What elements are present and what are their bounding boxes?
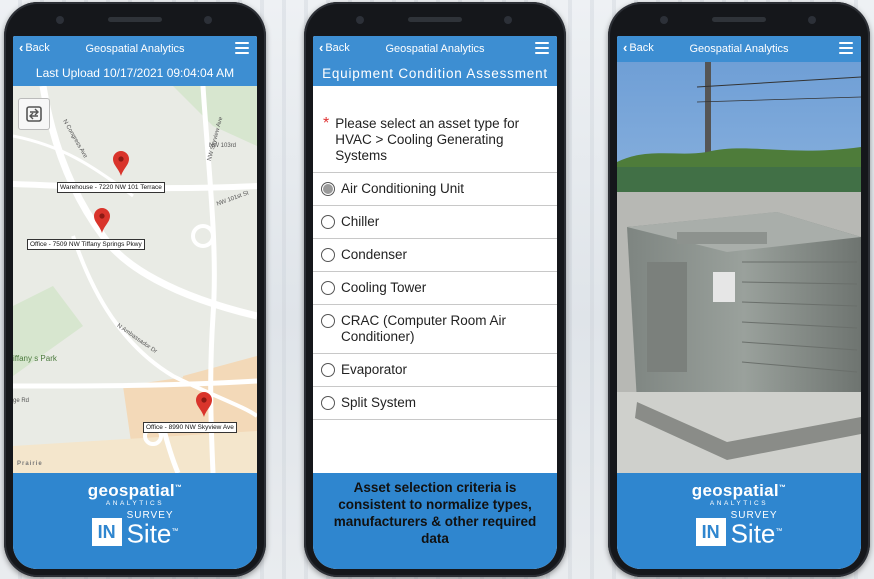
- option-label: Chiller: [341, 214, 380, 229]
- speaker-grille: [712, 17, 766, 22]
- question-text: Please select an asset type for HVAC > C…: [335, 116, 520, 163]
- app-title: Geospatial Analytics: [85, 43, 185, 55]
- last-upload-text: Last Upload 10/17/2021 09:04:04 AM: [13, 62, 257, 86]
- sensor-icon: [504, 16, 512, 24]
- radio-icon[interactable]: [321, 363, 335, 377]
- app-title: Geospatial Analytics: [689, 43, 789, 55]
- asset-type-form: * Please select an asset type for HVAC >…: [313, 86, 557, 473]
- hvac-unit-photo: [617, 62, 861, 473]
- question: * Please select an asset type for HVAC >…: [313, 86, 557, 172]
- phone-photo: ‹ Back Geospatial Analytics geospatial™ …: [608, 2, 870, 577]
- asset-photo[interactable]: [617, 62, 861, 473]
- info-note: Asset selection criteria is consistent t…: [313, 473, 557, 569]
- site-logo-text: Site™: [126, 518, 179, 549]
- option-label: CRAC (Computer Room Air Conditioner): [341, 313, 507, 344]
- camera-icon: [56, 16, 64, 24]
- brand-footer: geospatial™ ANALYTICS IN SURVEY Site™: [13, 473, 257, 569]
- phone-form: ‹ Back Geospatial Analytics Equipment Con…: [304, 2, 566, 577]
- radio-option[interactable]: Air Conditioning Unit: [313, 172, 557, 205]
- sensor-icon: [204, 16, 212, 24]
- radio-option[interactable]: Evaporator: [313, 353, 557, 386]
- screen-map: ‹ Back Geospatial Analytics Last Upload 1…: [13, 36, 257, 569]
- app-header: ‹ Back Geospatial Analytics: [13, 36, 257, 62]
- brand-tagline: ANALYTICS: [105, 500, 165, 507]
- brand-name: geospatial™: [87, 481, 183, 500]
- option-label: Split System: [341, 395, 417, 410]
- option-label: Cooling Tower: [341, 280, 427, 295]
- radio-icon[interactable]: [321, 215, 335, 229]
- insite-logo: IN SURVEY Site™: [13, 510, 257, 549]
- radio-selected-icon[interactable]: [321, 182, 335, 196]
- phone-topbar: [304, 2, 566, 36]
- brand-footer: geospatial™ ANALYTICS IN SURVEY Site™: [617, 473, 861, 569]
- map-view[interactable]: N Congress Ave NW Skyview Ave N Ambassad…: [13, 86, 257, 473]
- rotate-icon: [26, 106, 42, 122]
- hamburger-menu-icon[interactable]: [535, 42, 549, 54]
- option-label: Condenser: [341, 247, 408, 262]
- screen-photo: ‹ Back Geospatial Analytics geospatial™ …: [617, 36, 861, 569]
- radio-option[interactable]: Condenser: [313, 238, 557, 271]
- phone-map: ‹ Back Geospatial Analytics Last Upload 1…: [4, 2, 266, 577]
- in-logo: IN: [91, 518, 122, 546]
- radio-option[interactable]: Chiller: [313, 205, 557, 238]
- pin-label: Office - 7509 NW Tiffany Springs Pkwy: [27, 239, 145, 250]
- rotate-button[interactable]: [18, 98, 50, 130]
- map-pin-icon[interactable]: [93, 208, 111, 234]
- hamburger-menu-icon[interactable]: [839, 42, 853, 54]
- phone-topbar: [608, 2, 870, 36]
- in-logo: IN: [695, 518, 726, 546]
- radio-icon[interactable]: [321, 396, 335, 410]
- radio-icon[interactable]: [321, 314, 335, 328]
- street-label: Prairie: [17, 461, 43, 467]
- radio-icon[interactable]: [321, 281, 335, 295]
- option-label: Evaporator: [341, 362, 408, 377]
- insite-logo: IN SURVEY Site™: [617, 510, 861, 549]
- radio-option[interactable]: Cooling Tower: [313, 271, 557, 304]
- app-header: ‹ Back Geospatial Analytics: [313, 36, 557, 62]
- radio-option[interactable]: Split System: [313, 386, 557, 420]
- brand-tagline: ANALYTICS: [709, 500, 769, 507]
- street-label: NW 103rd: [209, 143, 237, 149]
- park-label: iffany s Park: [13, 354, 57, 363]
- speaker-grille: [108, 17, 162, 22]
- phone-topbar: [4, 2, 266, 36]
- pin-label: Warehouse - 7220 NW 101 Terrace: [57, 182, 165, 193]
- camera-icon: [660, 16, 668, 24]
- app-header: ‹ Back Geospatial Analytics: [617, 36, 861, 62]
- pin-label: Office - 8990 NW Skyview Ave: [143, 422, 237, 433]
- camera-icon: [356, 16, 364, 24]
- brand-name: geospatial™: [691, 481, 787, 500]
- radio-icon[interactable]: [321, 248, 335, 262]
- required-marker: *: [323, 115, 330, 132]
- option-label: Air Conditioning Unit: [341, 181, 465, 196]
- street-label: ge Rd: [13, 398, 30, 404]
- app-title: Geospatial Analytics: [385, 43, 485, 55]
- site-logo-text: Site™: [730, 518, 783, 549]
- hamburger-menu-icon[interactable]: [235, 42, 249, 54]
- radio-option[interactable]: CRAC (Computer Room Air Conditioner): [313, 304, 557, 353]
- form-title: Equipment Condition Assessment: [313, 62, 557, 86]
- map-pin-icon[interactable]: [112, 151, 130, 177]
- map-pin-icon[interactable]: [195, 392, 213, 418]
- screen-form: ‹ Back Geospatial Analytics Equipment Con…: [313, 36, 557, 569]
- sensor-icon: [808, 16, 816, 24]
- speaker-grille: [408, 17, 462, 22]
